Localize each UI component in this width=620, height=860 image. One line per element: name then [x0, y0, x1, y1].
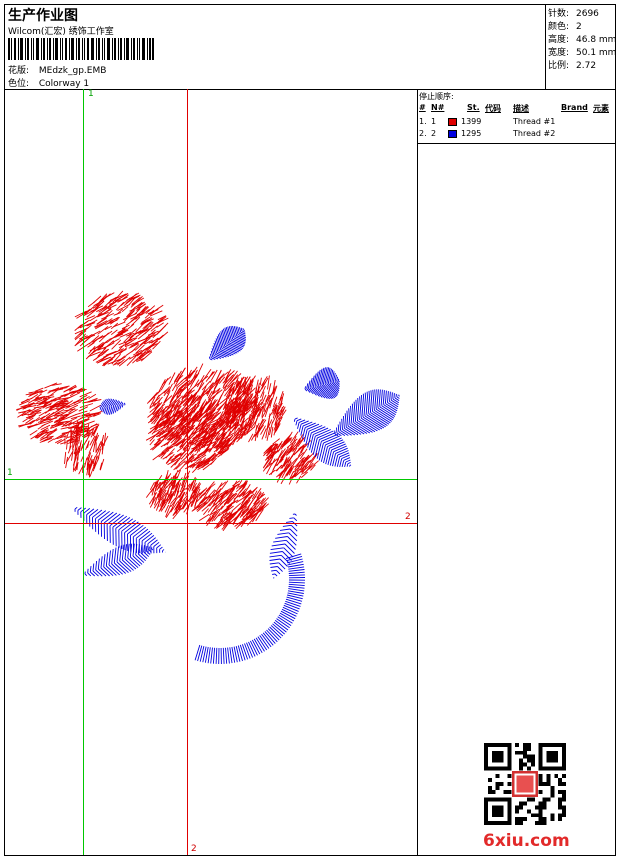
stat-label: 比例: [548, 61, 570, 71]
guide-line-red-horizontal [5, 523, 417, 524]
guide-label-red-v: 2 [191, 844, 197, 854]
color-swatch-blue [448, 130, 457, 138]
stop-table-header: # N# St. 代码 描述 Brand 元素 [417, 103, 615, 114]
col-header: # [419, 103, 426, 112]
stat-label: 高度: [548, 35, 570, 45]
stat-value: 2 [576, 22, 582, 32]
col-header: 元素 [593, 104, 609, 113]
color-swatch-red [448, 118, 457, 126]
stitch-region [64, 421, 109, 478]
design-file-label: 花版: [8, 66, 30, 76]
design-stats: 针数: 2696 颜色: 2 高度: 46.8 mm 宽度: 50.1 mm 比例: 2.… [545, 5, 616, 89]
leaf-stitches [269, 513, 298, 579]
page-title: 生产作业图 [8, 8, 78, 24]
watermark-text: 6xiu.com [483, 831, 570, 851]
col-header: N# [431, 103, 445, 112]
stitch-region [74, 290, 169, 367]
guide-line-green-vertical [83, 89, 84, 855]
colorway-name: Colorway 1 [38, 79, 90, 89]
row-number: 2. [419, 129, 427, 138]
stat-value: 2.72 [576, 61, 597, 71]
stitch-region [262, 431, 319, 485]
colorway-line: 色位: Colorway 1 [8, 76, 89, 89]
stat-stitches: 针数: 2696 [548, 6, 599, 19]
stat-label: 针数: [548, 9, 570, 19]
barcode [8, 38, 154, 60]
stop-sequence-panel: 停止顺序: # N# St. 代码 描述 Brand 元素 1. 1 1399 … [417, 89, 615, 144]
guide-label-green-v: 1 [88, 89, 94, 99]
design-file-name: MEdzk_gp.EMB [38, 66, 107, 76]
guide-label-green-h: 1 [7, 468, 13, 478]
leaf-stitches [208, 325, 246, 361]
stat-width: 宽度: 50.1 mm [548, 45, 616, 58]
col-header: 代码 [485, 104, 501, 113]
design-preview-area: 1 1 2 2 [5, 89, 418, 855]
worksheet-header: 生产作业图 Wilcom(汇宏) 绣饰工作室 花版: MEdzk_gp.EMB … [5, 5, 616, 90]
stat-value: 50.1 mm [576, 48, 617, 58]
embroidery-design [16, 290, 400, 665]
stitch-region [145, 469, 202, 520]
stat-value: 46.8 mm [576, 35, 617, 45]
row-needle: 2 [431, 129, 437, 138]
row-stitches: 1399 [461, 117, 482, 126]
row-description: Thread #1 [513, 117, 556, 126]
studio-name: Wilcom(汇宏) 绣饰工作室 [8, 27, 114, 37]
row-description: Thread #2 [513, 129, 556, 138]
design-file-line: 花版: MEdzk_gp.EMB [8, 63, 106, 76]
row-needle: 1 [431, 117, 437, 126]
guide-line-red-vertical [187, 89, 188, 855]
stem-stitches [194, 553, 306, 665]
stop-sequence-title: 停止顺序: [419, 92, 454, 101]
stat-height: 高度: 46.8 mm [548, 32, 616, 45]
col-header: St. [467, 103, 480, 112]
table-row: 2. 2 1295 Thread #2 [417, 129, 615, 140]
col-header: 描述 [513, 104, 529, 113]
header-info: 生产作业图 Wilcom(汇宏) 绣饰工作室 花版: MEdzk_gp.EMB … [5, 5, 545, 89]
stat-colors: 颜色: 2 [548, 19, 582, 32]
row-number: 1. [419, 117, 427, 126]
stat-label: 宽度: [548, 48, 570, 58]
col-header: Brand [561, 103, 588, 112]
stat-value: 2696 [576, 9, 599, 19]
colorway-label: 色位: [8, 79, 30, 89]
leaf-stitches [304, 367, 340, 400]
worksheet-frame: 生产作业图 Wilcom(汇宏) 绣饰工作室 花版: MEdzk_gp.EMB … [4, 4, 616, 856]
table-row: 1. 1 1399 Thread #1 [417, 117, 615, 128]
row-stitches: 1295 [461, 129, 482, 138]
guide-line-green-horizontal [5, 479, 417, 480]
stat-label: 颜色: [548, 22, 570, 32]
leaf-stitches [334, 389, 400, 437]
guide-label-red-h: 2 [405, 512, 411, 522]
stat-scale: 比例: 2.72 [548, 58, 596, 71]
qr-code [484, 743, 566, 825]
